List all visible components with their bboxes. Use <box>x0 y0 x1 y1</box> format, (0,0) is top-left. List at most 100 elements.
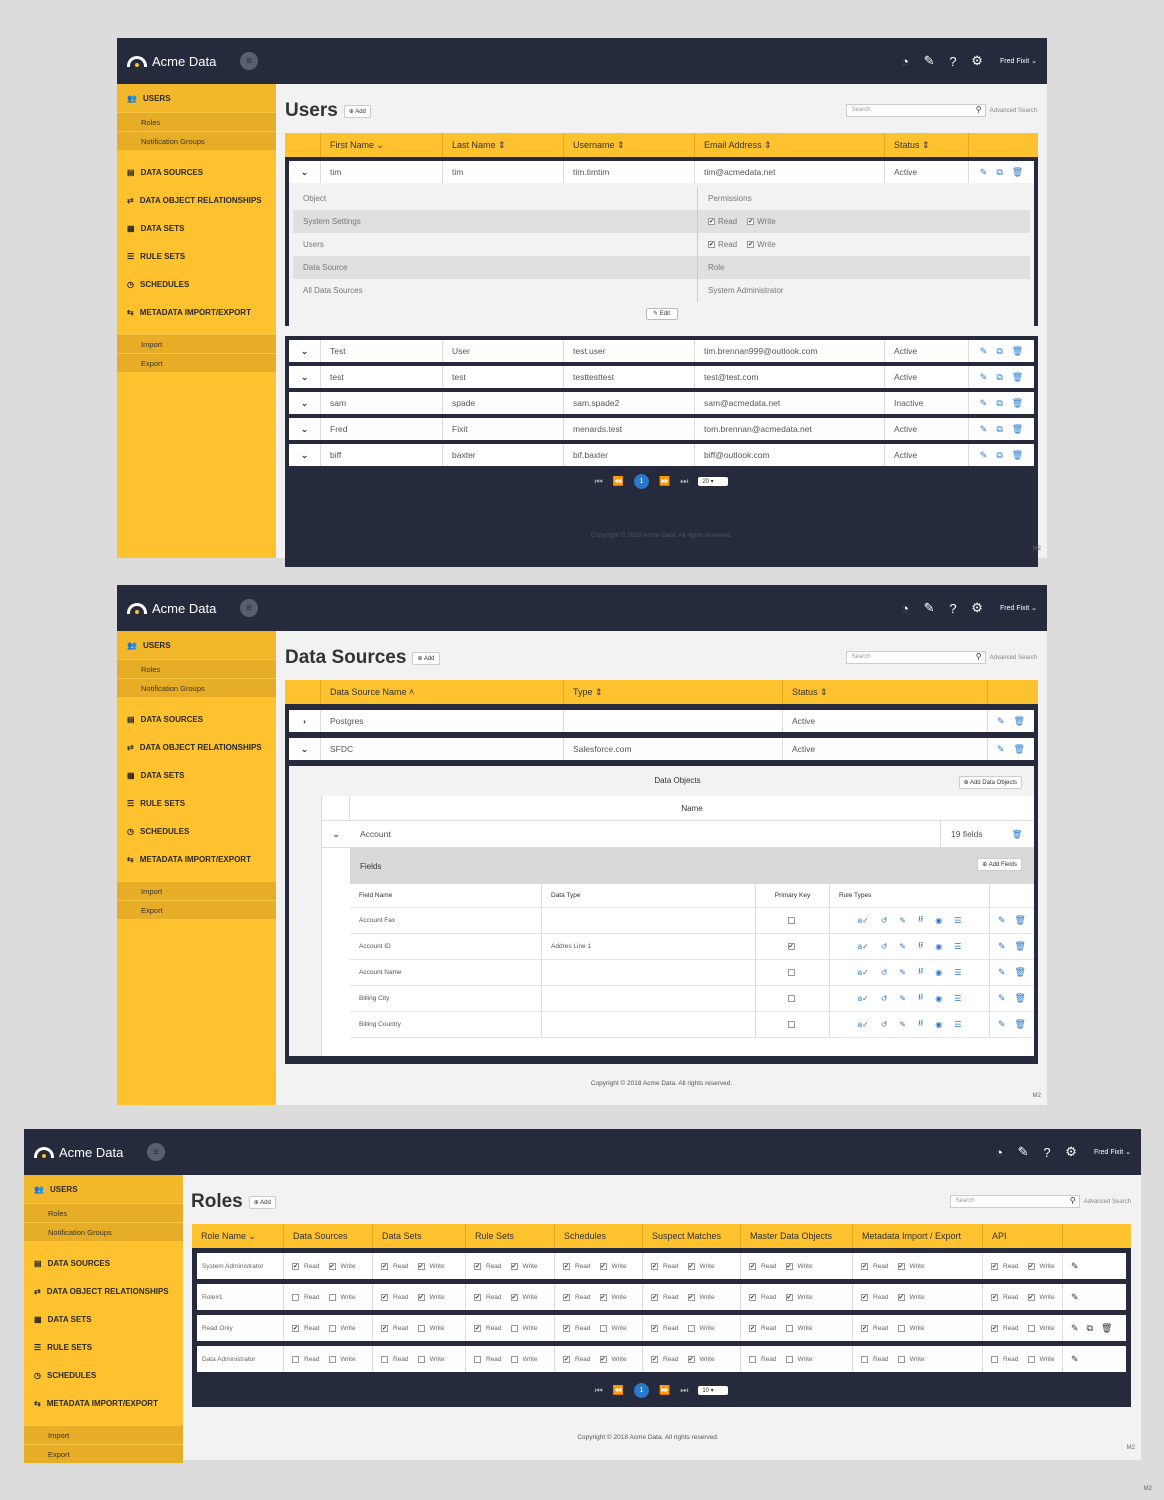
write-checkbox[interactable]: ✔ <box>785 1262 793 1270</box>
advanced-search-link[interactable]: Advanced Search <box>990 108 1037 114</box>
chevron-right-icon[interactable]: › <box>289 710 321 732</box>
read-checkbox[interactable]: ✔ <box>474 1324 481 1332</box>
read-checkbox[interactable] <box>381 1355 388 1363</box>
edit-icon[interactable]: ✎ <box>1071 1261 1079 1272</box>
read-checkbox[interactable] <box>292 1293 299 1301</box>
write-checkbox[interactable]: ✔ <box>417 1262 425 1270</box>
read-checkbox[interactable]: ✔ <box>991 1324 998 1332</box>
copy-icon[interactable]: ⧉ <box>996 450 1002 461</box>
field-row[interactable]: Account Fax a✓ ↺ ✎ ⭿ ◉ ☰ ✎ 🗑 <box>350 908 1034 934</box>
help-icon[interactable]: ? <box>1040 1145 1054 1160</box>
chevron-down-icon[interactable]: ⌄ <box>289 444 321 466</box>
col-2[interactable]: Data Sets <box>373 1224 466 1248</box>
read-checkbox[interactable]: ✔ <box>991 1262 998 1270</box>
usb-icon[interactable]: ⭿ <box>918 966 923 980</box>
magic-wand-icon[interactable]: ✎ <box>922 600 936 616</box>
read-checkbox[interactable]: ✔ <box>292 1324 299 1332</box>
read-checkbox[interactable]: ✔ <box>861 1293 868 1301</box>
write-checkbox[interactable]: ✔ <box>599 1355 607 1363</box>
sidebar-item-data-object-relationships[interactable]: ⇄ DATA OBJECT RELATIONSHIPS <box>117 186 276 214</box>
sidebar-item-roles[interactable]: Roles <box>24 1203 183 1222</box>
trash-icon[interactable]: 🗑 <box>1000 829 1034 840</box>
table-row[interactable]: ⌄ biff baxter bif.baxter biff@outlook.com Act… <box>289 444 1034 466</box>
sidebar-item-data-object-relationships[interactable]: ⇄ DATA OBJECT RELATIONSHIPS <box>24 1277 183 1305</box>
target-icon[interactable]: ◉ <box>935 1020 942 1029</box>
user-menu[interactable]: Fred Fixit ⌄ <box>1094 1148 1131 1156</box>
read-checkbox[interactable]: ✔ <box>861 1324 868 1332</box>
copy-icon[interactable]: ⧉ <box>996 167 1002 178</box>
history-icon[interactable]: ↺ <box>881 1020 888 1029</box>
spellcheck-icon[interactable]: a✓ <box>858 942 869 951</box>
write-checkbox[interactable]: ✔ <box>417 1293 425 1301</box>
read-checkbox[interactable]: ✔ <box>563 1355 570 1363</box>
list-icon[interactable]: ☰ <box>954 968 961 977</box>
primary-key-checkbox[interactable]: ✔ <box>787 943 795 950</box>
read-checkbox[interactable] <box>292 1355 299 1363</box>
next-page-icon[interactable]: ⏩ <box>659 1385 670 1396</box>
list-icon[interactable]: ☰ <box>954 916 961 925</box>
dashboard-icon[interactable]: ◔ <box>992 1145 1006 1160</box>
field-row[interactable]: Billing Country a✓ ↺ ✎ ⭿ ◉ ☰ ✎ 🗑 <box>350 1012 1034 1038</box>
spellcheck-icon[interactable]: a✓ <box>858 1020 869 1029</box>
first-page-icon[interactable]: ⏮ <box>595 476 603 487</box>
trash-icon[interactable]: 🗑 <box>1014 716 1025 727</box>
edit-icon[interactable]: ✎ <box>980 167 988 178</box>
edit-icon[interactable]: ✎ <box>997 744 1005 755</box>
write-checkbox[interactable]: ✔ <box>599 1293 607 1301</box>
edit-icon[interactable]: ✎ <box>998 941 1006 952</box>
write-checkbox[interactable] <box>1027 1324 1035 1332</box>
edit-icon[interactable]: ✎ <box>1071 1323 1079 1334</box>
sidebar-item-metadata[interactable]: ⇆ METADATA IMPORT/EXPORT <box>117 845 276 873</box>
read-checkbox[interactable]: ✔ <box>292 1262 299 1270</box>
table-row[interactable]: ⌄ sam spade sam.spade2 sam@acmedata.net Inact… <box>289 392 1034 414</box>
read-checkbox[interactable]: ✔ <box>708 241 715 248</box>
sidebar-item-export[interactable]: Export <box>24 1444 183 1463</box>
current-page[interactable]: 1 <box>634 473 649 489</box>
chevron-down-icon[interactable]: ⌄ <box>289 161 321 183</box>
current-page[interactable]: 1 <box>634 1382 649 1398</box>
trash-icon[interactable]: 🗑 <box>1015 1019 1026 1030</box>
edit-icon[interactable]: ✎ <box>980 424 988 435</box>
read-checkbox[interactable]: ✔ <box>651 1262 658 1270</box>
history-icon[interactable]: ↺ <box>881 968 888 977</box>
edit-icon[interactable]: ✎ <box>980 398 988 409</box>
role-row[interactable]: Read Only ✔ Read Write ✔ Read Write ✔ Read … <box>197 1315 1126 1341</box>
field-row[interactable]: Account Name a✓ ↺ ✎ ⭿ ◉ ☰ ✎ 🗑 <box>350 960 1034 986</box>
copy-icon[interactable]: ⧉ <box>996 424 1002 435</box>
sidebar-item-rule-sets[interactable]: ☰ RULE SETS <box>117 242 276 270</box>
usb-icon[interactable]: ⭿ <box>918 914 923 928</box>
write-checkbox[interactable]: ✔ <box>897 1262 905 1270</box>
col-data-source-name[interactable]: Data Source Name ˄ <box>321 680 564 704</box>
search-input[interactable]: Search <box>845 651 986 664</box>
read-checkbox[interactable]: ✔ <box>563 1262 570 1270</box>
copy-icon[interactable]: ⧉ <box>996 346 1002 357</box>
sidebar-item-data-sets[interactable]: ▦ DATA SETS <box>117 214 276 242</box>
usb-icon[interactable]: ⭿ <box>918 992 923 1006</box>
first-page-icon[interactable]: ⏮ <box>595 1385 603 1396</box>
sidebar-item-export[interactable]: Export <box>117 353 276 372</box>
write-checkbox[interactable]: ✔ <box>687 1355 695 1363</box>
sidebar-item-data-sources[interactable]: ▤ DATA SOURCES <box>117 158 276 186</box>
sidebar-item-users[interactable]: 👥 USERS <box>117 631 276 659</box>
prev-page-icon[interactable]: ⏪ <box>613 1385 624 1396</box>
read-checkbox[interactable]: ✔ <box>563 1324 570 1332</box>
sidebar-item-export[interactable]: Export <box>117 900 276 919</box>
read-checkbox[interactable]: ✔ <box>651 1355 658 1363</box>
trash-icon[interactable]: 🗑 <box>1101 1323 1112 1334</box>
app-logo[interactable]: Acme Data <box>127 601 239 616</box>
add-button[interactable]: ⊕ Add <box>343 104 371 118</box>
write-checkbox[interactable] <box>599 1324 607 1332</box>
table-row[interactable]: ⌄ Test User test.user tim.brennan999@outlook… <box>289 340 1034 362</box>
table-row-expanded[interactable]: ⌄ SFDC Salesforce.com Active ✎ 🗑 <box>289 738 1034 760</box>
primary-key-checkbox[interactable] <box>787 1021 795 1028</box>
target-icon[interactable]: ◉ <box>935 942 942 951</box>
col-6[interactable]: Master Data Objects <box>741 1224 853 1248</box>
list-icon[interactable]: ☰ <box>954 942 961 951</box>
col-0[interactable]: Role Name ⌄ <box>192 1224 284 1248</box>
hamburger-icon[interactable]: ≡ <box>240 52 258 70</box>
history-icon[interactable]: ↺ <box>881 942 888 951</box>
prev-page-icon[interactable]: ⏪ <box>613 476 624 487</box>
trash-icon[interactable]: 🗑 <box>1012 346 1023 357</box>
col-1[interactable]: Data Sources <box>284 1224 373 1248</box>
last-page-icon[interactable]: ⏭ <box>680 1385 688 1396</box>
